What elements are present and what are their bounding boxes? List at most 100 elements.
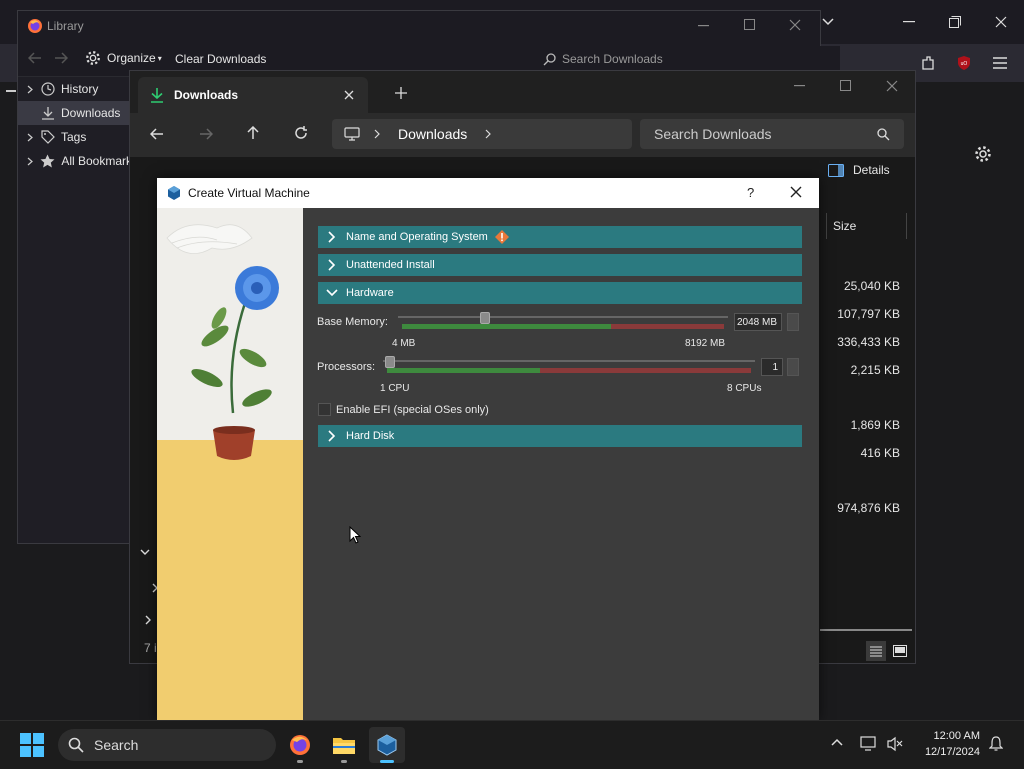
dialog-close-button[interactable] (790, 186, 802, 198)
sidebar-item-history[interactable]: History (18, 77, 138, 101)
size-cell: 974,876 KB (837, 501, 900, 515)
show-hidden-icons-chevron-icon[interactable] (831, 738, 843, 746)
help-button[interactable]: ? (747, 185, 754, 200)
sidebar-item-label: Tags (61, 130, 87, 144)
chevron-right-icon (318, 259, 346, 271)
section-hardware[interactable]: Hardware (318, 282, 802, 304)
breadcrumb-downloads[interactable]: Downloads (398, 126, 467, 142)
chevron-right-icon (27, 85, 37, 94)
start-button[interactable] (14, 727, 50, 763)
memory-max-label: 8192 MB (685, 338, 726, 349)
explorer-close-button[interactable] (886, 80, 898, 92)
taskbar-search-placeholder: Search (94, 737, 139, 753)
taskbar-firefox[interactable] (282, 727, 318, 763)
slider-groove (398, 316, 728, 318)
size-cell: 416 KB (860, 446, 900, 460)
running-indicator (341, 760, 347, 763)
network-icon[interactable] (860, 736, 878, 752)
column-header-size[interactable]: Size (833, 219, 856, 233)
base-memory-spin-buttons[interactable] (787, 313, 799, 331)
search-icon (877, 127, 890, 141)
new-tab-plus-icon[interactable] (395, 87, 407, 99)
settings-gear-icon[interactable] (969, 140, 997, 168)
slider-groove (383, 360, 755, 362)
explorer-search-field[interactable]: Search Downloads (640, 119, 904, 149)
explorer-tab-downloads[interactable]: Downloads (138, 77, 368, 113)
extensions-icon[interactable] (914, 49, 942, 77)
ublock-icon[interactable]: uO (950, 49, 978, 77)
explorer-minimize-button[interactable] (794, 85, 806, 87)
taskbar-file-explorer[interactable] (326, 727, 362, 763)
virtualbox-logo-icon (166, 185, 182, 201)
base-memory-spinbox[interactable]: 2048 MB (734, 313, 782, 331)
slider-safe-zone (387, 368, 540, 373)
enable-efi-checkbox[interactable] (318, 403, 331, 416)
horizontal-scrollbar[interactable] (820, 629, 912, 631)
processors-slider[interactable] (383, 356, 755, 378)
address-bar[interactable]: Downloads (332, 119, 632, 149)
dropdown-arrow-icon: ▾ (157, 53, 162, 63)
details-pane-button[interactable]: Details (828, 163, 890, 177)
details-label: Details (853, 163, 890, 177)
minimize-button[interactable] (886, 0, 932, 44)
sidebar-item-downloads[interactable]: Downloads (18, 101, 138, 125)
menu-hamburger-icon[interactable] (986, 49, 1014, 77)
search-icon (68, 737, 84, 753)
library-search-field[interactable]: Search Downloads (537, 46, 840, 72)
clock-time[interactable]: 12:00 AM (918, 730, 980, 742)
sidebar-item-all-bookmarks[interactable]: All Bookmarks (18, 149, 138, 173)
enable-efi-label: Enable EFI (special OSes only) (336, 404, 489, 416)
section-hard-disk[interactable]: Hard Disk (318, 425, 802, 447)
forward-arrow-icon[interactable] (199, 128, 213, 140)
processors-spin-buttons[interactable] (787, 358, 799, 376)
size-cell: 2,215 KB (850, 363, 900, 377)
collapse-chevron-icon[interactable] (140, 549, 150, 555)
sidebar-item-label: Downloads (61, 106, 121, 120)
tab-title: Downloads (174, 88, 239, 102)
tiles-view-icon[interactable] (890, 641, 910, 661)
back-arrow-icon[interactable] (150, 128, 164, 140)
background-toolbar-mark (6, 90, 16, 92)
taskbar-virtualbox[interactable] (369, 727, 405, 763)
back-arrow-icon[interactable] (28, 52, 42, 64)
forward-arrow-icon[interactable] (54, 52, 68, 64)
processors-spinbox[interactable]: 1 (761, 358, 783, 376)
sidebar-item-tags[interactable]: Tags (18, 125, 138, 149)
close-button[interactable] (978, 0, 1024, 44)
organize-button[interactable]: Organize ▾ (85, 50, 162, 66)
gear-icon (85, 50, 101, 66)
notification-bell-icon[interactable] (989, 736, 1003, 752)
clear-downloads-button[interactable]: Clear Downloads (175, 52, 266, 66)
section-name-and-os[interactable]: Name and Operating System (318, 226, 802, 248)
warning-icon (494, 229, 510, 245)
section-label: Hardware (346, 287, 394, 299)
taskbar-search-box[interactable]: Search (58, 729, 276, 761)
svg-text:uO: uO (961, 61, 968, 67)
base-memory-slider[interactable] (398, 312, 728, 334)
dialog-titlebar: Create Virtual Machine ? (157, 178, 819, 208)
up-arrow-icon[interactable] (247, 126, 259, 140)
restore-button[interactable] (932, 0, 978, 44)
running-indicator (297, 760, 303, 763)
library-maximize-button[interactable] (744, 19, 756, 31)
memory-min-label: 4 MB (392, 338, 416, 349)
section-unattended-install[interactable]: Unattended Install (318, 254, 802, 276)
chevron-right-icon (27, 157, 36, 166)
tab-close-icon[interactable] (344, 90, 354, 100)
organize-label: Organize (107, 51, 156, 65)
clock-date[interactable]: 12/17/2024 (912, 746, 980, 758)
explorer-maximize-button[interactable] (840, 80, 852, 92)
volume-muted-icon[interactable] (886, 736, 904, 752)
download-icon (41, 106, 55, 120)
refresh-icon[interactable] (294, 126, 308, 140)
library-close-button[interactable] (789, 19, 801, 31)
tab-list-chevron-icon[interactable] (818, 0, 838, 44)
expand-chevron-icon[interactable] (145, 615, 151, 625)
star-icon (40, 154, 55, 168)
slider-thumb[interactable] (479, 312, 490, 324)
library-minimize-button[interactable] (698, 19, 710, 31)
active-indicator (380, 760, 394, 763)
details-view-icon[interactable] (866, 641, 886, 661)
slider-thumb[interactable] (385, 356, 395, 368)
size-cell: 25,040 KB (843, 279, 900, 293)
